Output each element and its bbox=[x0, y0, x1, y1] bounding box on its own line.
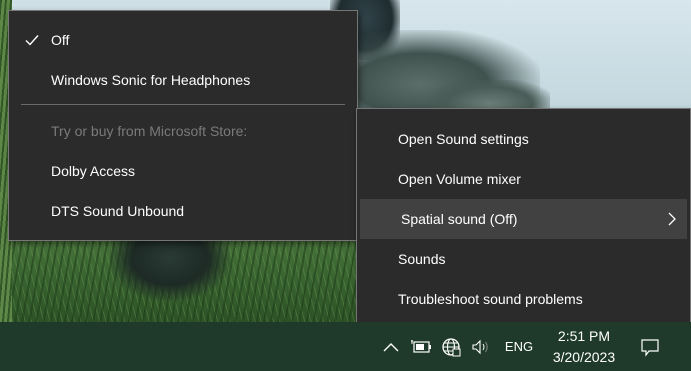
language-indicator: ENG bbox=[504, 339, 534, 354]
sound-context-menu: Open Sound settings Open Volume mixer Sp… bbox=[356, 108, 691, 328]
menu-item-label: Troubleshoot sound problems bbox=[398, 291, 583, 307]
action-center-icon bbox=[641, 338, 659, 357]
network-tray-button[interactable] bbox=[437, 322, 465, 371]
store-section-label: Try or buy from Microsoft Store: bbox=[9, 111, 357, 151]
menu-item-label: Open Volume mixer bbox=[398, 171, 521, 187]
chevron-up-icon bbox=[383, 342, 399, 351]
menu-item-label: DTS Sound Unbound bbox=[51, 203, 185, 219]
menu-item-label: Windows Sonic for Headphones bbox=[51, 72, 251, 88]
menu-item-label: Open Sound settings bbox=[398, 131, 529, 147]
input-language-button[interactable]: ENG bbox=[500, 322, 538, 371]
menu-item-dts-sound-unbound[interactable]: DTS Sound Unbound bbox=[9, 191, 357, 231]
speaker-icon bbox=[472, 339, 488, 354]
menu-item-windows-sonic[interactable]: Windows Sonic for Headphones bbox=[9, 60, 357, 100]
menu-item-spatial-sound[interactable]: Spatial sound (Off) bbox=[360, 199, 687, 239]
spatial-sound-submenu: Off Windows Sonic for Headphones Try or … bbox=[8, 10, 358, 241]
menu-item-sounds[interactable]: Sounds bbox=[357, 239, 690, 279]
menu-item-off[interactable]: Off bbox=[9, 20, 357, 60]
menu-item-label: Sounds bbox=[398, 251, 446, 267]
clock-date: 3/20/2023 bbox=[552, 348, 616, 365]
taskbar: ENG 2:51 PM 3/20/2023 bbox=[0, 322, 691, 371]
battery-tray-button[interactable] bbox=[406, 322, 436, 371]
clock-button[interactable]: 2:51 PM 3/20/2023 bbox=[540, 322, 628, 371]
menu-item-open-sound-settings[interactable]: Open Sound settings bbox=[357, 119, 690, 159]
menu-separator bbox=[21, 104, 345, 105]
menu-item-label: Spatial sound (Off) bbox=[401, 211, 518, 227]
menu-item-troubleshoot-sound[interactable]: Troubleshoot sound problems bbox=[357, 279, 690, 319]
store-label: Try or buy from Microsoft Store: bbox=[51, 123, 248, 139]
action-center-button[interactable] bbox=[630, 322, 670, 371]
menu-item-open-volume-mixer[interactable]: Open Volume mixer bbox=[357, 159, 690, 199]
menu-item-dolby-access[interactable]: Dolby Access bbox=[9, 151, 357, 191]
menu-item-label: Dolby Access bbox=[51, 163, 136, 179]
network-globe-icon bbox=[442, 337, 461, 356]
show-hidden-icons-button[interactable] bbox=[378, 322, 404, 371]
checkmark-icon bbox=[25, 35, 39, 46]
battery-charging-icon bbox=[411, 339, 431, 353]
clock-time: 2:51 PM bbox=[557, 327, 611, 344]
chevron-right-icon bbox=[668, 212, 676, 226]
volume-tray-button[interactable] bbox=[467, 322, 495, 371]
menu-item-label: Off bbox=[51, 32, 70, 48]
